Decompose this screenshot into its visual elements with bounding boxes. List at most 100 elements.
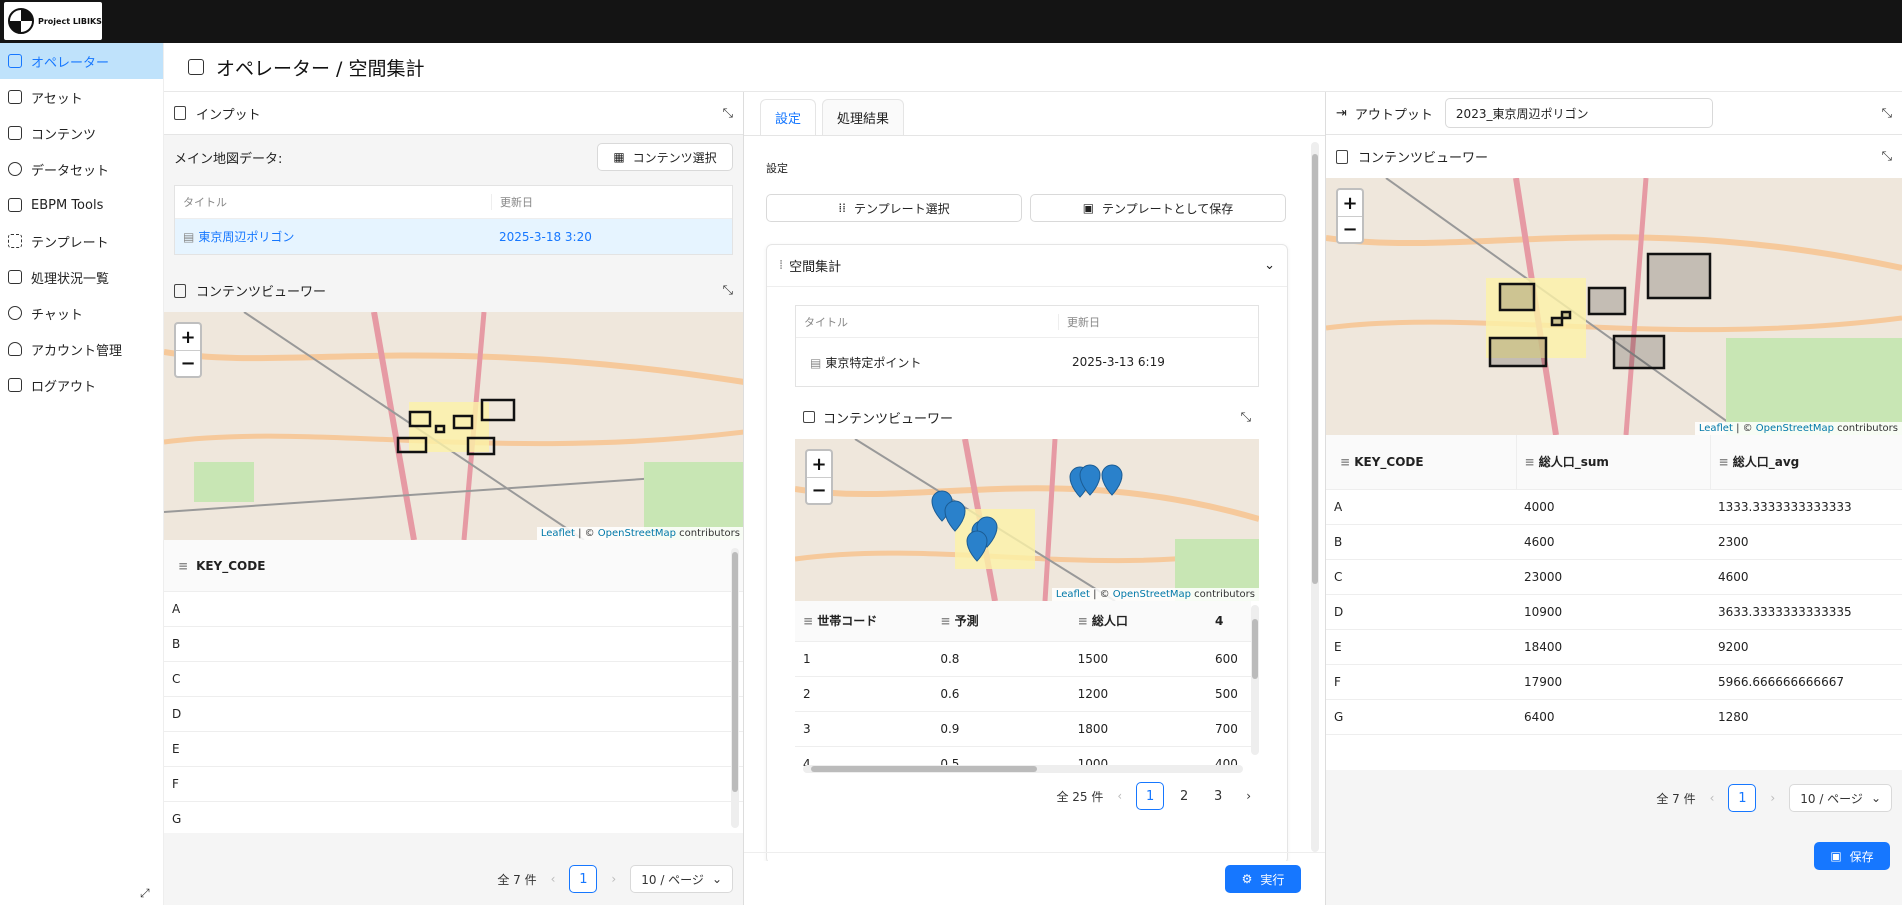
next-page-icon[interactable]: ›: [1762, 791, 1783, 805]
page-size-select[interactable]: 10 / ページ ⌄: [1789, 784, 1892, 812]
save-button[interactable]: ▣ 保存: [1814, 842, 1890, 870]
collapse-icon[interactable]: ⤡: [1241, 410, 1251, 425]
drag-handle-icon[interactable]: ⁞: [779, 258, 783, 273]
collapse-icon[interactable]: ⤡: [723, 283, 733, 298]
table-row: D 10900 3633.3333333333335: [1326, 594, 1902, 630]
run-bar: ⚙ 実行: [744, 852, 1325, 905]
leaflet-link[interactable]: Leaflet: [541, 528, 575, 539]
input-map[interactable]: + − Leaflet | © OpenStreetMap contributor…: [164, 312, 743, 540]
next-page-icon[interactable]: ›: [1238, 789, 1259, 803]
zoom-out-button[interactable]: −: [176, 350, 200, 376]
col-population-sum: ≡ 総人口_sum: [1516, 435, 1711, 490]
sidebar-item-template[interactable]: テンプレート: [0, 223, 163, 259]
sidebar-item-logout[interactable]: ログアウト: [0, 367, 163, 403]
menu-icon: ≡: [1340, 454, 1355, 469]
page-title: オペレーター / 空間集計: [216, 57, 425, 80]
next-page-icon[interactable]: ›: [603, 872, 624, 886]
page-3-button[interactable]: 3: [1204, 782, 1232, 810]
col-date: 更新日: [491, 194, 533, 210]
key-table-scrollbar[interactable]: [731, 548, 739, 828]
sidebar-item-contents[interactable]: コンテンツ: [0, 115, 163, 151]
card-title: 空間集計: [789, 260, 842, 275]
table-row[interactable]: ▤ 東京特定ポイント 2025-3-13 6:19: [796, 338, 1258, 386]
points-map[interactable]: + − Leaflet | © OpenStreetMap contributor…: [795, 439, 1259, 601]
grid-vertical-scrollbar[interactable]: [1251, 605, 1259, 755]
page-1-button[interactable]: 1: [1728, 784, 1757, 812]
table-row-selected[interactable]: ▤ 東京周辺ポリゴン 2025-3-18 3:20: [175, 219, 732, 254]
table-row: 2 0.6 1200 500: [795, 676, 1251, 712]
template-select-button[interactable]: ⁞⁞ テンプレート選択: [766, 194, 1022, 222]
settings-scrollbar[interactable]: [1311, 142, 1319, 852]
tab-results[interactable]: 処理結果: [822, 99, 905, 135]
leaflet-link[interactable]: Leaflet: [1056, 589, 1090, 600]
page-1-button[interactable]: 1: [1136, 782, 1165, 810]
leaflet-link[interactable]: Leaflet: [1699, 423, 1733, 434]
table-row: A 4000 1333.3333333333333: [1326, 489, 1902, 525]
sidebar-item-ebpm-tools[interactable]: EBPM Tools: [0, 187, 163, 223]
settings-body: 設定 ⁞⁞ テンプレート選択 ▣ テンプレートとして保存 ⁞ 空間集計 ⌄ タイトル…: [744, 136, 1312, 861]
prev-page-icon[interactable]: ‹: [1702, 791, 1723, 805]
input-viewer-header: コンテンツビューワー ⤡: [164, 269, 743, 312]
chevron-down-icon[interactable]: ⌄: [1264, 258, 1275, 273]
expand-sidebar-icon[interactable]: ⤢: [140, 886, 150, 901]
collapse-icon[interactable]: ⤡: [1882, 106, 1892, 121]
table-row: 3 0.9 1800 700: [795, 711, 1251, 747]
project-logo[interactable]: Project LIBIKS: [4, 2, 102, 40]
sidebar-item-process-status[interactable]: 処理状況一覧: [0, 259, 163, 295]
table-row: C 23000 4600: [1326, 559, 1902, 595]
template-save-button[interactable]: ▣ テンプレートとして保存: [1030, 194, 1286, 222]
sidebar-item-dataset[interactable]: データセット: [0, 151, 163, 187]
zoom-in-button[interactable]: +: [176, 324, 200, 350]
osm-link[interactable]: OpenStreetMap: [1756, 423, 1834, 434]
zoom-out-button[interactable]: −: [1338, 216, 1362, 242]
sidebar-item-chat[interactable]: チャット: [0, 295, 163, 331]
map-tiles: [164, 312, 743, 540]
table-icon: ▤: [183, 230, 195, 244]
col-prediction: ≡ 予測: [932, 601, 1070, 642]
sidebar-item-operator[interactable]: オペレーター: [0, 43, 163, 79]
template-buttons: ⁞⁞ テンプレート選択 ▣ テンプレートとして保存: [744, 176, 1312, 222]
output-name-input[interactable]: 2023_東京周辺ポリゴン: [1444, 98, 1713, 128]
point-table: タイトル 更新日 ▤ 東京特定ポイント 2025-3-13 6:19: [795, 305, 1259, 387]
osm-link[interactable]: OpenStreetMap: [598, 528, 676, 539]
table-row: C: [164, 662, 743, 697]
page-2-button[interactable]: 2: [1170, 782, 1198, 810]
page-header: オペレーター / 空間集計: [164, 43, 1902, 92]
table-icon: ▤: [810, 355, 822, 370]
logo-mark-icon: [8, 8, 34, 34]
map-attribution: Leaflet | © OpenStreetMap contributors: [1051, 588, 1259, 601]
chevron-down-icon: ⌄: [1870, 791, 1881, 805]
sidebar-item-account[interactable]: アカウント管理: [0, 331, 163, 367]
sidebar: オペレーター アセット コンテンツ データセット EBPM Tools テンプレ…: [0, 43, 164, 905]
osm-link[interactable]: OpenStreetMap: [1113, 589, 1191, 600]
template-icon: [8, 234, 22, 248]
page-size-select[interactable]: 10 / ページ ⌄: [630, 865, 733, 893]
zoom-in-button[interactable]: +: [807, 451, 831, 477]
sidebar-item-asset[interactable]: アセット: [0, 79, 163, 115]
zoom-out-button[interactable]: −: [807, 477, 831, 503]
table-icon: [803, 411, 815, 423]
main-map-label: メイン地図データ:: [174, 151, 283, 167]
collapse-icon[interactable]: ⤡: [723, 106, 733, 121]
col-4: 4: [1207, 601, 1251, 642]
table-row: F 17900 5966.666666666667: [1326, 664, 1902, 700]
output-map[interactable]: + − Leaflet | © OpenStreetMap contributor…: [1326, 178, 1902, 435]
tab-settings[interactable]: 設定: [760, 99, 817, 135]
table-row: A: [164, 592, 743, 627]
zoom-control: + −: [1336, 188, 1364, 244]
page-1-button[interactable]: 1: [569, 865, 598, 893]
map-attribution: Leaflet | © OpenStreetMap contributors: [1694, 422, 1902, 435]
table-row: 1 0.8 1500 600: [795, 641, 1251, 677]
total-count: 全 7 件: [1656, 791, 1696, 806]
grid-horizontal-scrollbar[interactable]: [803, 765, 1243, 773]
zoom-in-button[interactable]: +: [1338, 190, 1362, 216]
save-icon: ▣: [1830, 849, 1842, 863]
grid-icon: ▦: [613, 150, 625, 164]
prev-page-icon[interactable]: ‹: [1109, 789, 1130, 803]
run-button[interactable]: ⚙ 実行: [1225, 865, 1301, 893]
collapse-icon[interactable]: ⤡: [1882, 149, 1892, 164]
prev-page-icon[interactable]: ‹: [543, 872, 564, 886]
content-select-button[interactable]: ▦ コンテンツ選択: [597, 143, 733, 171]
aggregation-card: ⁞ 空間集計 ⌄ タイトル 更新日 ▤ 東京特定ポイント 2025-3-13 6:…: [766, 244, 1288, 861]
table-icon: [8, 126, 22, 140]
